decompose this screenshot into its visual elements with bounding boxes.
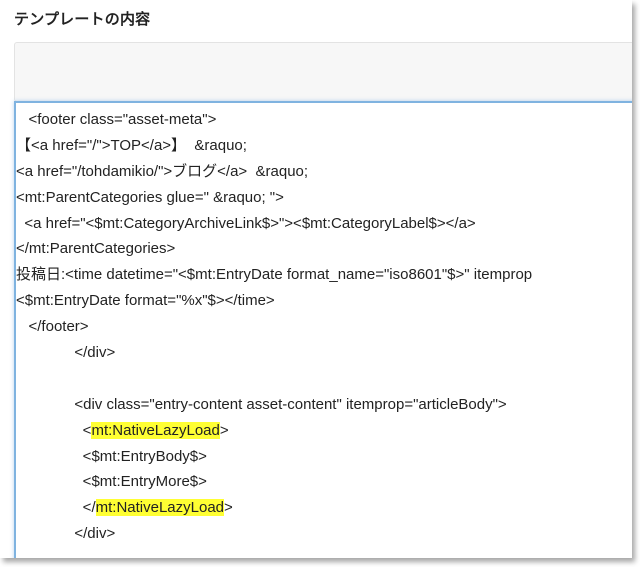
code-text: </footer>: [16, 318, 89, 336]
code-line[interactable]: </div>: [16, 340, 632, 366]
code-line[interactable]: <footer class="asset-meta">: [16, 107, 632, 133]
code-text: </div>: [16, 344, 116, 362]
code-line[interactable]: [16, 366, 632, 392]
code-line[interactable]: 【<a href="/">TOP</a>】 &raquo;: [16, 133, 632, 159]
code-line[interactable]: 投稿日:<time datetime="<$mt:EntryDate forma…: [16, 262, 632, 288]
code-text: </mt:ParentCategories>: [16, 240, 176, 258]
template-code-content[interactable]: <footer class="asset-meta"> 【<a href="/">…: [16, 107, 632, 547]
code-text: <a href="<$mt:CategoryArchiveLink$>"><$m…: [16, 214, 476, 232]
code-text: <$mt:EntryBody$>: [16, 447, 207, 465]
code-line[interactable]: <div class="entry-content asset-content"…: [16, 392, 632, 418]
code-text: <$mt:EntryMore$>: [16, 473, 207, 491]
code-line[interactable]: <$mt:EntryBody$>: [16, 444, 632, 470]
editor-toolbar: [14, 42, 632, 102]
code-text: <$mt:EntryDate format="%x"$></time>: [16, 292, 275, 310]
code-line[interactable]: <$mt:EntryDate format="%x"$></time>: [16, 288, 632, 314]
code-line[interactable]: </div>: [16, 521, 632, 547]
code-text: <footer class="asset-meta">: [16, 111, 217, 128]
code-text: </div>: [16, 525, 116, 543]
code-line[interactable]: </footer>: [16, 314, 632, 340]
code-text: <: [16, 421, 92, 439]
template-editor-panel: テンプレートの内容 <footer class="asset-meta"> 【<a…: [0, 0, 632, 558]
code-line[interactable]: <a href="<$mt:CategoryArchiveLink$>"><$m…: [16, 211, 632, 237]
code-text: <a href="/tohdamikio/">ブログ</a> &raquo;: [16, 162, 309, 180]
code-line[interactable]: <mt:NativeLazyLoad>: [16, 418, 632, 444]
code-line[interactable]: <a href="/tohdamikio/">ブログ</a> &raquo;: [16, 159, 632, 185]
code-line[interactable]: </mt:NativeLazyLoad>: [16, 495, 632, 521]
code-line[interactable]: <mt:ParentCategories glue=" &raquo; ">: [16, 185, 632, 211]
search-highlight: mt:NativeLazyLoad: [91, 421, 220, 439]
section-title: テンプレートの内容: [14, 10, 151, 28]
code-text: <mt:ParentCategories glue=" &raquo; ">: [16, 188, 284, 206]
code-text: </: [16, 499, 96, 517]
code-line[interactable]: </mt:ParentCategories>: [16, 236, 632, 262]
code-text: <div class="entry-content asset-content"…: [16, 395, 507, 413]
code-line[interactable]: <$mt:EntryMore$>: [16, 469, 632, 495]
code-text: 【<a href="/">TOP</a>】 &raquo;: [16, 136, 247, 154]
code-text: >: [219, 421, 229, 439]
code-text: >: [224, 499, 233, 517]
code-text: 投稿日:<time datetime="<$mt:EntryDate forma…: [16, 266, 533, 284]
search-highlight: mt:NativeLazyLoad: [95, 499, 225, 517]
